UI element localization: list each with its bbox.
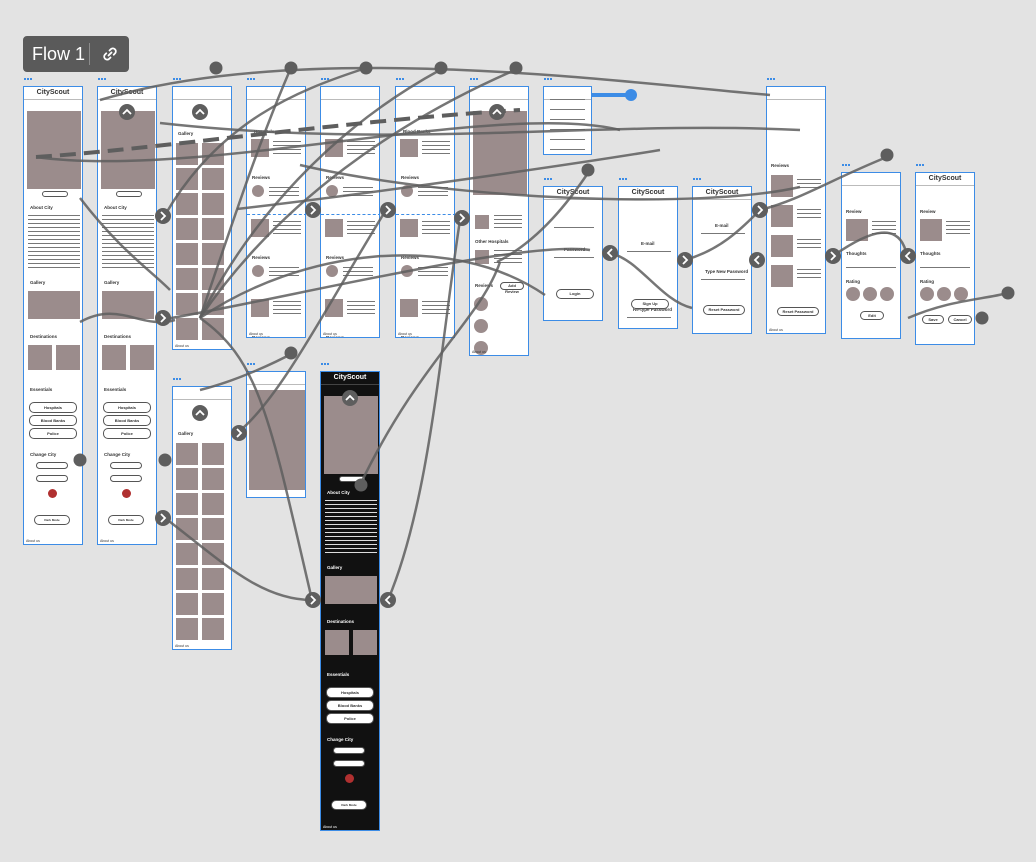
connector-knob[interactable]: [284, 61, 298, 75]
chevron-right-icon[interactable]: [305, 202, 321, 218]
connector-line[interactable]: [299, 163, 801, 201]
connector-end-dot[interactable]: [625, 89, 637, 101]
flow-connectors: [35, 61, 1015, 608]
chevron-right-icon[interactable]: [155, 208, 171, 224]
chevron-right-icon[interactable]: [454, 210, 470, 226]
connector-line[interactable]: [358, 261, 502, 486]
connector-line[interactable]: [35, 121, 621, 163]
connector-knob[interactable]: [434, 61, 448, 75]
connector-knob[interactable]: [158, 453, 172, 467]
chevron-right-icon[interactable]: [155, 310, 171, 326]
connector-knob[interactable]: [284, 346, 298, 360]
chevron-up-icon[interactable]: [489, 104, 505, 120]
chevron-right-icon[interactable]: [752, 202, 768, 218]
connector-knob[interactable]: [509, 61, 523, 75]
flow-tag[interactable]: Flow 1: [23, 36, 129, 72]
chevron-right-icon[interactable]: [677, 252, 693, 268]
chevron-up-icon[interactable]: [342, 390, 358, 406]
chevron-right-icon[interactable]: [231, 425, 247, 441]
connector-line[interactable]: [198, 68, 441, 319]
chevron-left-icon[interactable]: [602, 245, 618, 261]
chevron-up-icon[interactable]: [192, 104, 208, 120]
connector-knob[interactable]: [975, 311, 989, 325]
chevron-up-icon[interactable]: [192, 405, 208, 421]
chevron-right-icon[interactable]: [825, 248, 841, 264]
chevron-left-icon[interactable]: [380, 592, 396, 608]
connector-knob[interactable]: [354, 478, 368, 492]
connector-knob[interactable]: [359, 61, 373, 75]
connector-line[interactable]: [684, 209, 761, 262]
connector-line[interactable]: [199, 254, 546, 320]
connector-knob[interactable]: [880, 148, 894, 162]
chevron-right-icon[interactable]: [155, 510, 171, 526]
connector-line[interactable]: [164, 517, 313, 602]
connector-knob[interactable]: [209, 61, 223, 75]
connector-knob[interactable]: [581, 163, 595, 177]
flow-canvas[interactable]: CityScout About City Gallery Destinations Es…: [0, 0, 1036, 862]
connector-line[interactable]: [236, 148, 661, 211]
connector-knob[interactable]: [73, 453, 87, 467]
chevron-left-icon[interactable]: [900, 248, 916, 264]
chevron-right-icon[interactable]: [305, 592, 321, 608]
connector-line[interactable]: [832, 231, 909, 258]
flow-label: Flow 1: [32, 43, 86, 64]
connector-line[interactable]: [386, 219, 462, 601]
chevron-left-icon[interactable]: [749, 252, 765, 268]
chevron-up-icon[interactable]: [119, 104, 135, 120]
link-icon[interactable]: [90, 45, 129, 63]
connector-line[interactable]: [198, 69, 292, 319]
connector-line[interactable]: [759, 155, 888, 212]
connector-knob[interactable]: [1001, 286, 1015, 300]
chevron-right-icon[interactable]: [380, 202, 396, 218]
connector-line[interactable]: [907, 291, 1009, 320]
